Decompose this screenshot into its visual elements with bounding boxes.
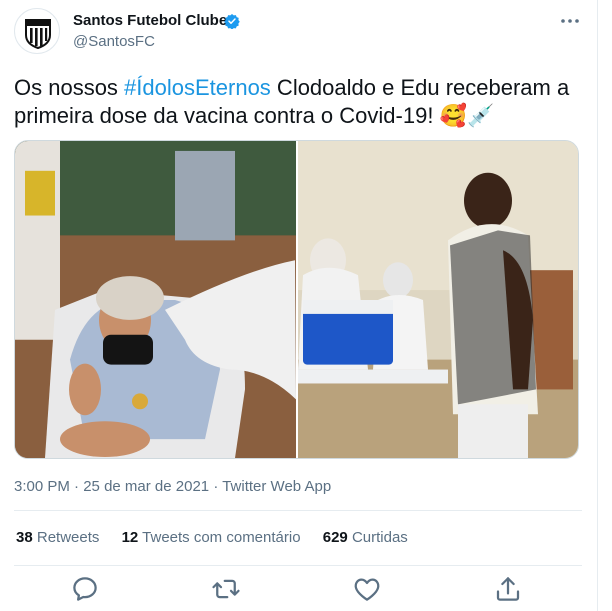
quote-tweets-label: Tweets com comentário [142,529,301,546]
photo-clodoaldo-vaccination[interactable] [15,141,296,458]
retweets-label: Retweets [36,529,100,546]
author-name[interactable]: Santos Futebol Clube [73,12,227,29]
reply-icon[interactable] [70,574,100,604]
media-grid [14,140,579,459]
quote-tweets-count: 12 [121,529,139,546]
avatar[interactable] [14,8,60,54]
likes-label: Curtidas [351,529,408,546]
divider [14,510,582,511]
tweet-date[interactable]: 25 de mar de 2021 [83,478,209,495]
tweet-timestamp: 3:00 PM · 25 de mar de 2021 · Twitter We… [14,478,331,495]
verified-badge-icon [224,14,240,29]
retweets-stat[interactable]: 38 Retweets [16,529,99,546]
heart-icon[interactable] [352,574,382,604]
author-handle[interactable]: @SantosFC [73,33,155,50]
tweet-card: Santos Futebol Clube @SantosFC Os nossos… [0,0,598,611]
likes-stat[interactable]: 629 Curtidas [323,529,408,546]
tweet-source[interactable]: Twitter Web App [222,478,331,495]
meta-separator: · [209,478,223,495]
photo-edu-vaccination[interactable] [298,141,579,458]
action-bar [0,570,597,606]
tweet-text: Os nossos #ÍdolosEternos Clodoaldo e Edu… [14,74,584,130]
engagement-stats: 38 Retweets 12 Tweets com comentário 629… [16,529,426,546]
share-icon[interactable] [493,574,523,604]
tweet-time[interactable]: 3:00 PM [14,478,70,495]
more-options-icon[interactable] [559,12,581,30]
meta-separator: · [69,478,84,495]
santos-crest-logo [25,19,51,50]
tweet-text-start: Os nossos [14,75,125,100]
retweets-count: 38 [16,529,33,546]
likes-count: 629 [322,529,348,546]
hashtag-link[interactable]: #ÍdolosEternos [124,75,271,100]
divider [14,565,582,566]
retweet-icon[interactable] [211,574,241,604]
quote-tweets-stat[interactable]: 12 Tweets com comentário [122,529,301,546]
